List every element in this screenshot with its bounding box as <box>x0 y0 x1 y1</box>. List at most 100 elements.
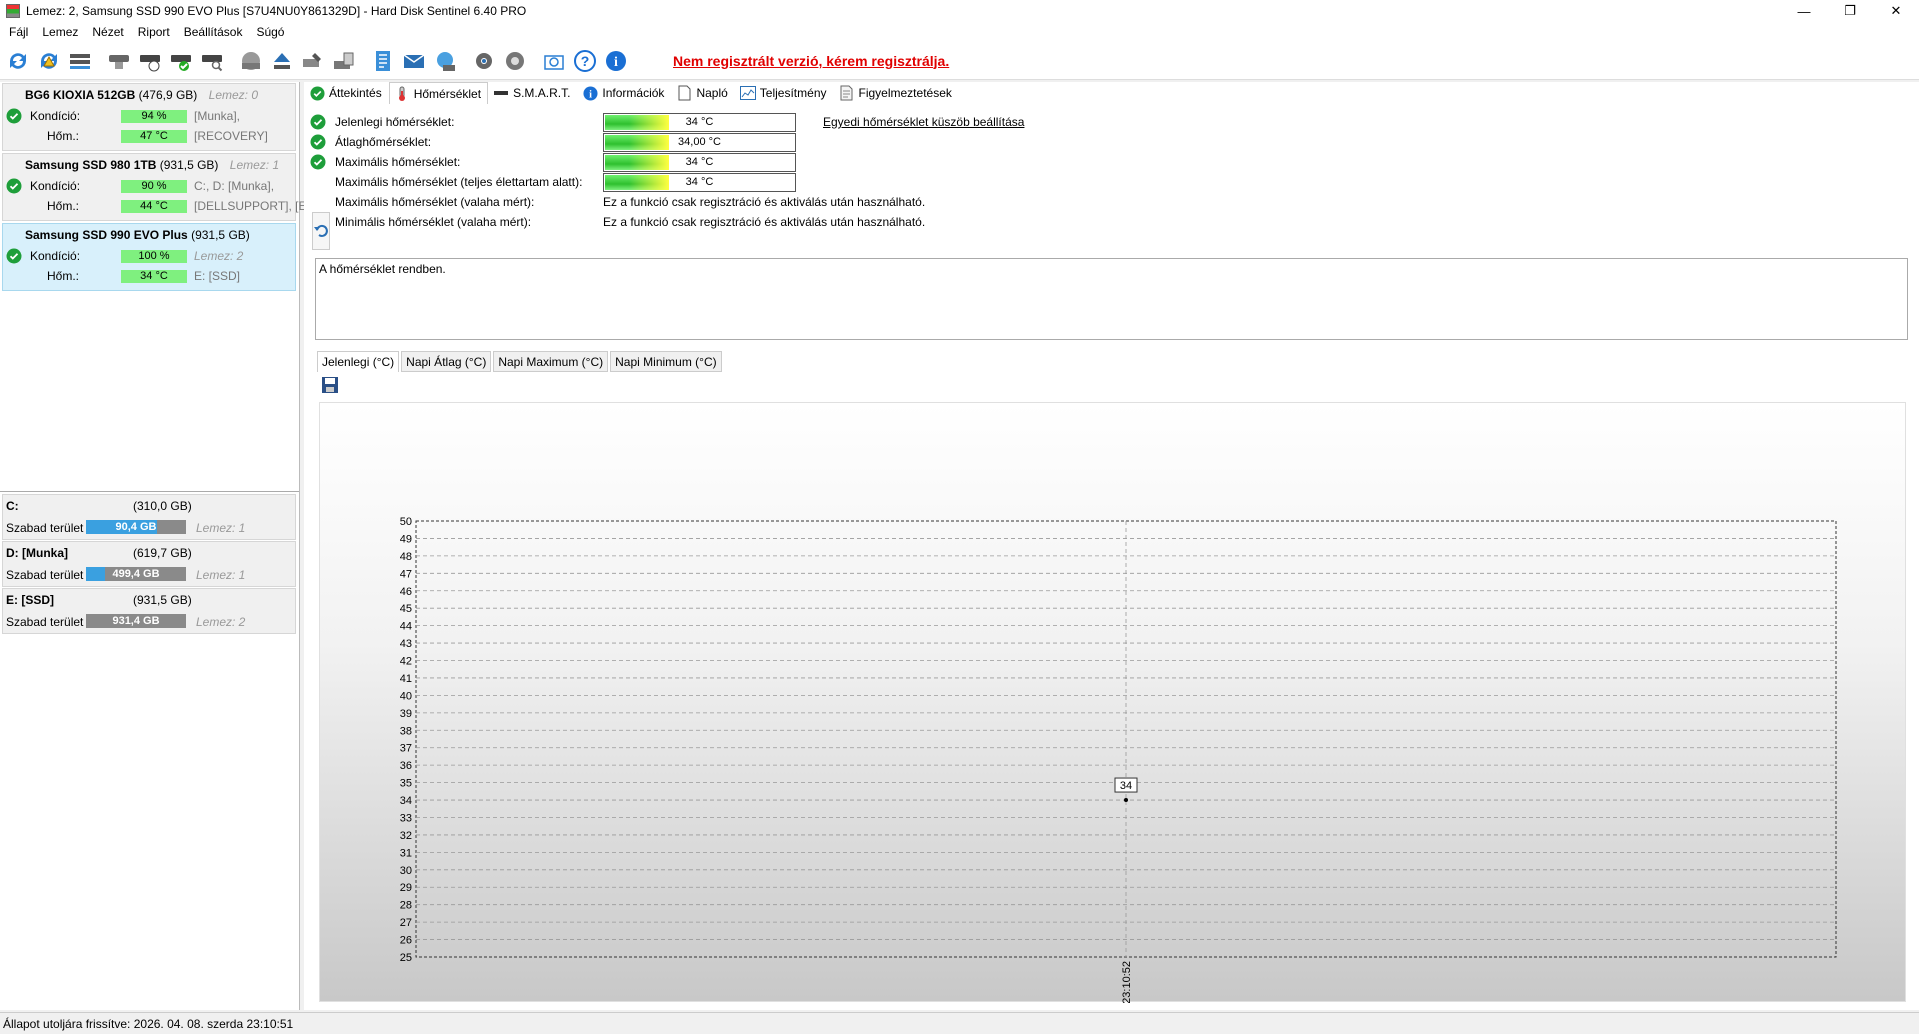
disk-partitions: E: [SSD] <box>194 269 241 283</box>
volume-card-c[interactable]: C: (310,0 GB) Szabad terület 90,4 GB Lem… <box>2 494 296 540</box>
tab-log[interactable]: Napló <box>671 82 734 104</box>
network-icon[interactable] <box>431 47 459 75</box>
disk-list-icon[interactable] <box>66 47 94 75</box>
chart-icon <box>739 86 756 100</box>
y-tick-label: 33 <box>400 812 412 824</box>
tab-smart[interactable]: S.M.A.R.T. <box>488 82 577 104</box>
smart-icon <box>494 91 509 95</box>
health-label: Kondíció: <box>30 249 81 263</box>
menu-report[interactable]: Riport <box>131 25 177 39</box>
report-icon[interactable] <box>369 47 397 75</box>
temperature-chart-area: 25 26 27 28 29 30 31 32 33 34 35 36 37 38 39 40 41 42 43 44… <box>319 402 1906 1004</box>
disk-card-0[interactable]: BG6 KIOXIA 512GB (476,9 GB) Lemez: 0 Kon… <box>2 83 296 151</box>
tab-overview[interactable]: Áttekintés <box>304 82 389 104</box>
y-tick-label: 44 <box>400 621 412 633</box>
register-warning-link[interactable]: Nem regisztrált verzió, kérem regisztrál… <box>673 53 949 69</box>
temp-label: Hőm.: <box>47 129 80 143</box>
svg-text:?: ? <box>581 53 590 69</box>
volume-capacity: (619,7 GB) <box>133 546 192 560</box>
disk-list: BG6 KIOXIA 512GB (476,9 GB) Lemez: 0 Kon… <box>0 82 306 492</box>
help-icon[interactable]: ? <box>571 47 599 75</box>
avg-temp-label: Átlaghőmérséklet: <box>335 135 432 149</box>
window-title: Lemez: 2, Samsung SSD 990 EVO Plus [S7U4… <box>26 4 527 18</box>
y-tick-label: 32 <box>400 830 412 842</box>
info-icon[interactable]: i <box>602 47 630 75</box>
menu-disk[interactable]: Lemez <box>35 25 85 39</box>
volume-card-d[interactable]: D: [Munka] (619,7 GB) Szabad terület 499… <box>2 541 296 587</box>
menu-help[interactable]: Súgó <box>249 25 291 39</box>
main-panel: Áttekintés Hőmérséklet S.M.A.R.T. i Info… <box>304 82 1919 1010</box>
ever-max-temp-label: Maximális hőmérséklet (valaha mért): <box>335 195 535 209</box>
menu-settings[interactable]: Beállítások <box>177 25 250 39</box>
app-window: Lemez: 2, Samsung SSD 990 EVO Plus [S7U4… <box>0 0 1919 1034</box>
disk-capacity: (476,9 GB) <box>138 88 198 102</box>
y-tick-label: 45 <box>400 603 412 615</box>
disk-name: Samsung SSD 980 1TB <box>25 158 157 172</box>
disk-tool-icon[interactable] <box>299 47 327 75</box>
disk-card-2[interactable]: Samsung SSD 990 EVO Plus (931,5 GB) Kond… <box>2 223 296 291</box>
disk-hand-icon[interactable] <box>105 47 133 75</box>
sound-icon[interactable] <box>501 47 529 75</box>
refresh-icon[interactable] <box>4 47 32 75</box>
y-tick-label: 42 <box>400 656 412 668</box>
tab-bar: Áttekintés Hőmérséklet S.M.A.R.T. i Info… <box>304 82 959 104</box>
chart-tab-daily-max[interactable]: Napi Maximum (°C) <box>493 351 609 372</box>
document-icon <box>678 85 691 101</box>
disk-surface-icon[interactable] <box>237 47 265 75</box>
tab-information[interactable]: i Információk <box>577 82 671 104</box>
chart-tab-daily-min[interactable]: Napi Minimum (°C) <box>610 351 722 372</box>
disk-capacity: (931,5 GB) <box>191 228 250 242</box>
y-tick-label: 25 <box>400 952 412 964</box>
health-bar: 100 % <box>121 249 187 263</box>
free-space-bar: 931,4 GB <box>86 614 186 628</box>
status-bar: Állapot utoljára frissítve: 2026. 04. 08… <box>0 1012 1919 1034</box>
disk-search-icon[interactable] <box>198 47 226 75</box>
threshold-settings-link[interactable]: Egyedi hőmérséklet küszöb beállítása <box>823 115 1024 129</box>
disk-name: Samsung SSD 990 EVO Plus <box>25 228 188 242</box>
disk-clock-icon[interactable] <box>136 47 164 75</box>
tab-alerts[interactable]: Figyelmeztetések <box>834 82 959 104</box>
toolbar: ? i Nem regisztrált verzió, kérem regisz… <box>0 42 1919 80</box>
chart-tab-current[interactable]: Jelenlegi (°C) <box>317 351 400 372</box>
check-circle-icon <box>309 85 325 101</box>
y-tick-label: 39 <box>400 708 412 720</box>
camera-icon[interactable] <box>540 47 568 75</box>
refresh-warning-icon[interactable] <box>35 47 63 75</box>
status-message: A hőmérséklet rendben. <box>315 258 1908 340</box>
email-icon[interactable] <box>400 47 428 75</box>
info-icon: i <box>583 85 598 101</box>
disk-eject-icon[interactable] <box>268 47 296 75</box>
disk-card-1[interactable]: Samsung SSD 980 1TB (931,5 GB) Lemez: 1 … <box>2 153 306 221</box>
y-tick-label: 26 <box>400 935 412 947</box>
volume-card-e[interactable]: E: [SSD] (931,5 GB) Szabad terület 931,4… <box>2 588 296 634</box>
x-tick-label: 23:10:52 <box>1121 961 1133 1003</box>
y-tick-label: 34 <box>400 795 412 807</box>
disk-number: Lemez: 0 <box>208 88 259 102</box>
health-label: Kondíció: <box>30 179 81 193</box>
volume-disk: Lemez: 1 <box>196 521 246 535</box>
tab-performance[interactable]: Teljesítmény <box>735 82 834 104</box>
y-tick-label: 46 <box>400 586 412 598</box>
menu-file[interactable]: Fájl <box>2 25 35 39</box>
health-bar: 90 % <box>121 179 187 193</box>
disk-export-icon[interactable] <box>330 47 358 75</box>
free-space-bar: 499,4 GB <box>86 567 186 581</box>
tab-temperature[interactable]: Hőmérséklet <box>388 82 489 104</box>
reset-icon[interactable] <box>312 212 330 250</box>
y-tick-label: 41 <box>400 673 412 685</box>
close-button[interactable]: ✕ <box>1873 0 1919 22</box>
max-temp-bar: 34 °C <box>603 153 796 172</box>
menu-view[interactable]: Nézet <box>85 25 130 39</box>
maximize-button[interactable]: ❐ <box>1827 0 1873 22</box>
save-icon[interactable] <box>321 376 339 394</box>
temp-label: Hőm.: <box>47 269 80 283</box>
volume-name: D: [Munka] <box>6 546 68 560</box>
volume-name: C: <box>6 499 19 513</box>
volume-capacity: (931,5 GB) <box>133 593 192 607</box>
disk-check-icon[interactable] <box>167 47 195 75</box>
volume-disk: Lemez: 2 <box>196 615 246 629</box>
minimize-button[interactable]: — <box>1781 0 1827 22</box>
svg-text:i: i <box>589 89 592 100</box>
chart-tab-daily-avg[interactable]: Napi Átlag (°C) <box>401 351 492 372</box>
gear-icon[interactable] <box>470 47 498 75</box>
